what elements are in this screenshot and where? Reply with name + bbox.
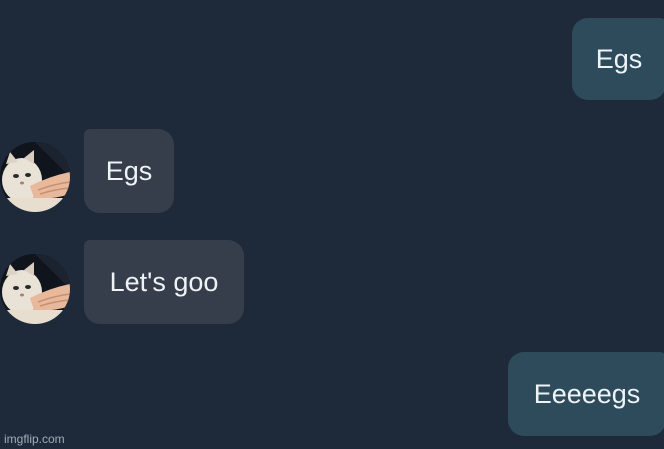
incoming-message-bubble[interactable]: Let's goo: [84, 240, 244, 324]
message-text: Eeeeegs: [533, 378, 641, 409]
chat-thread: Egs Egs Let's goo Eeeeegs imgflip.com: [0, 0, 664, 449]
message-text: Let's goo: [109, 266, 219, 297]
message-text: Egs: [105, 155, 153, 186]
cat-avatar-image: [0, 254, 70, 324]
outgoing-message-bubble[interactable]: Eeeeegs: [508, 352, 664, 436]
outgoing-message-bubble[interactable]: Egs: [572, 18, 664, 100]
message-text: Egs: [595, 43, 643, 74]
cat-avatar-image: [0, 142, 70, 212]
imgflip-watermark: imgflip.com: [4, 432, 65, 446]
incoming-message-bubble[interactable]: Egs: [84, 129, 174, 213]
cat-avatar-icon[interactable]: [0, 254, 70, 324]
cat-avatar-icon[interactable]: [0, 142, 70, 212]
